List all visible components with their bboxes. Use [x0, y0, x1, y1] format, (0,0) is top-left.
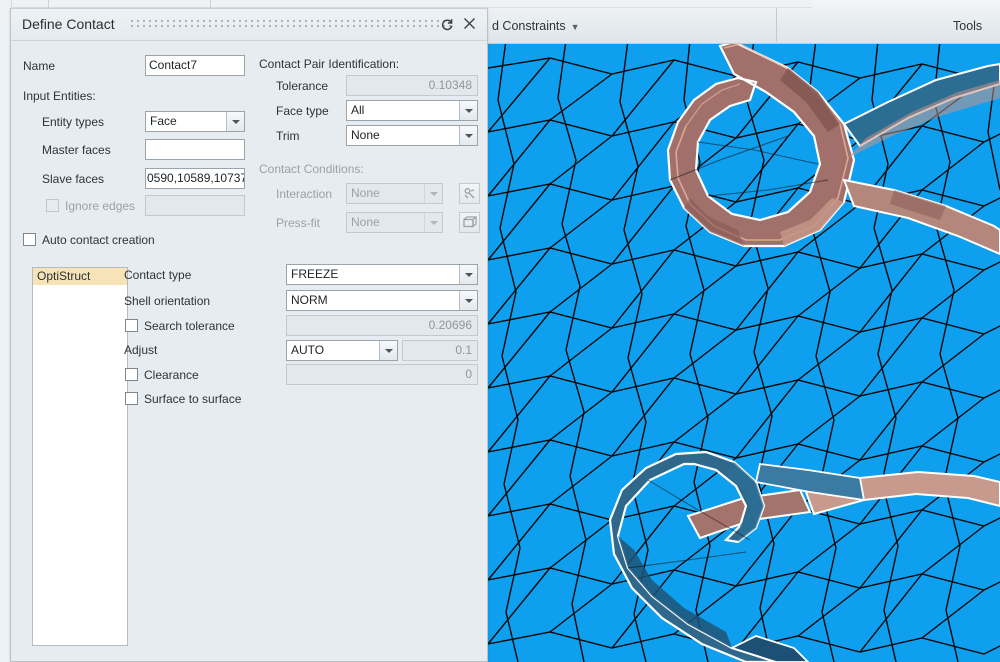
drag-grip-icon[interactable]	[131, 20, 453, 30]
ribbon-group-tools[interactable]: Tools	[953, 19, 982, 33]
define-contact-dialog[interactable]: Define Contact Name Contact7 Input Entit…	[10, 8, 488, 662]
press-fit-select: None	[346, 212, 443, 233]
adjust-value: AUTO	[291, 343, 325, 357]
surface-to-surface-checkbox[interactable]	[125, 392, 138, 405]
contact-type-select[interactable]: FREEZE	[286, 264, 478, 285]
chevron-down-icon[interactable]: ▼	[571, 22, 580, 32]
shell-orientation-label: Shell orientation	[124, 294, 211, 308]
entity-types-label: Entity types	[42, 115, 105, 129]
face-type-label: Face type	[276, 104, 329, 118]
chevron-down-icon[interactable]	[459, 265, 477, 284]
interaction-select: None	[346, 183, 443, 204]
slave-faces-input[interactable]: 0590,10589,10737	[145, 168, 245, 189]
model-viewport[interactable]	[488, 40, 1000, 662]
master-faces-label: Master faces	[42, 143, 111, 157]
ribbon-separator	[776, 2, 777, 42]
interaction-label: Interaction	[276, 187, 333, 201]
name-label: Name	[23, 59, 56, 73]
reset-icon[interactable]	[437, 15, 456, 34]
ribbon-group-tools-label: Tools	[953, 19, 983, 33]
chevron-down-icon	[424, 213, 442, 232]
tolerance-label: Tolerance	[276, 79, 329, 93]
clearance-checkbox[interactable]	[125, 368, 138, 381]
close-icon[interactable]	[460, 15, 479, 34]
press-fit-browse-button	[459, 212, 480, 233]
ribbon-group-constraints-label: d Constraints	[492, 19, 566, 33]
contact-conditions-label: Contact Conditions:	[259, 162, 364, 176]
ignore-edges-input	[145, 195, 245, 216]
trim-value: None	[351, 128, 380, 142]
tolerance-input: 0.10348	[346, 75, 478, 96]
slave-faces-label: Slave faces	[42, 172, 105, 186]
surface-to-surface-label: Surface to surface	[144, 392, 242, 406]
app-window: d Constraints ▼ Tools Define Contact Nam…	[0, 0, 1000, 662]
chevron-down-icon[interactable]	[226, 112, 244, 131]
chevron-down-icon[interactable]	[459, 126, 477, 145]
mesh-graphic	[488, 40, 1000, 662]
input-entities-label: Input Entities:	[23, 89, 96, 103]
chevron-down-icon[interactable]	[379, 341, 397, 360]
press-fit-label: Press-fit	[276, 216, 321, 230]
auto-contact-creation-label: Auto contact creation	[42, 233, 155, 247]
search-tolerance-input: 0.20696	[286, 315, 478, 336]
dialog-title: Define Contact	[22, 16, 115, 32]
press-fit-value: None	[351, 215, 380, 229]
adjust-label: Adjust	[124, 343, 158, 357]
search-tolerance-checkbox[interactable]	[125, 319, 138, 332]
master-faces-input[interactable]	[145, 139, 245, 160]
adjust-value-input: 0.1	[402, 340, 478, 361]
contact-pair-identification-label: Contact Pair Identification:	[259, 57, 400, 71]
entity-types-select[interactable]: Face	[145, 111, 245, 132]
contact-type-value: FREEZE	[291, 267, 339, 281]
ribbon-group-constraints[interactable]: d Constraints ▼	[492, 19, 580, 33]
face-type-value: All	[351, 103, 365, 117]
ignore-edges-label: Ignore edges	[65, 199, 136, 213]
auto-contact-creation-checkbox[interactable]	[23, 233, 36, 246]
interaction-value: None	[351, 186, 380, 200]
chevron-down-icon[interactable]	[459, 291, 477, 310]
entity-types-value: Face	[150, 114, 177, 128]
clearance-label: Clearance	[144, 368, 199, 382]
chevron-down-icon	[424, 184, 442, 203]
shell-orientation-select[interactable]: NORM	[286, 290, 478, 311]
ignore-edges-checkbox	[46, 199, 59, 212]
trim-label: Trim	[276, 129, 300, 143]
adjust-select[interactable]: AUTO	[286, 340, 398, 361]
dialog-titlebar[interactable]: Define Contact	[11, 9, 487, 41]
solver-listbox[interactable]: OptiStruct	[32, 267, 128, 646]
shell-orientation-value: NORM	[291, 293, 328, 307]
clearance-input: 0	[286, 364, 478, 385]
list-item[interactable]: OptiStruct	[33, 268, 127, 285]
trim-select[interactable]: None	[346, 125, 478, 146]
face-type-select[interactable]: All	[346, 100, 478, 121]
contact-type-label: Contact type	[124, 268, 192, 282]
search-tolerance-label: Search tolerance	[144, 319, 235, 333]
interaction-browse-button	[459, 183, 480, 204]
panel-edge-top	[12, 0, 812, 8]
chevron-down-icon[interactable]	[459, 101, 477, 120]
name-input[interactable]: Contact7	[145, 55, 245, 76]
